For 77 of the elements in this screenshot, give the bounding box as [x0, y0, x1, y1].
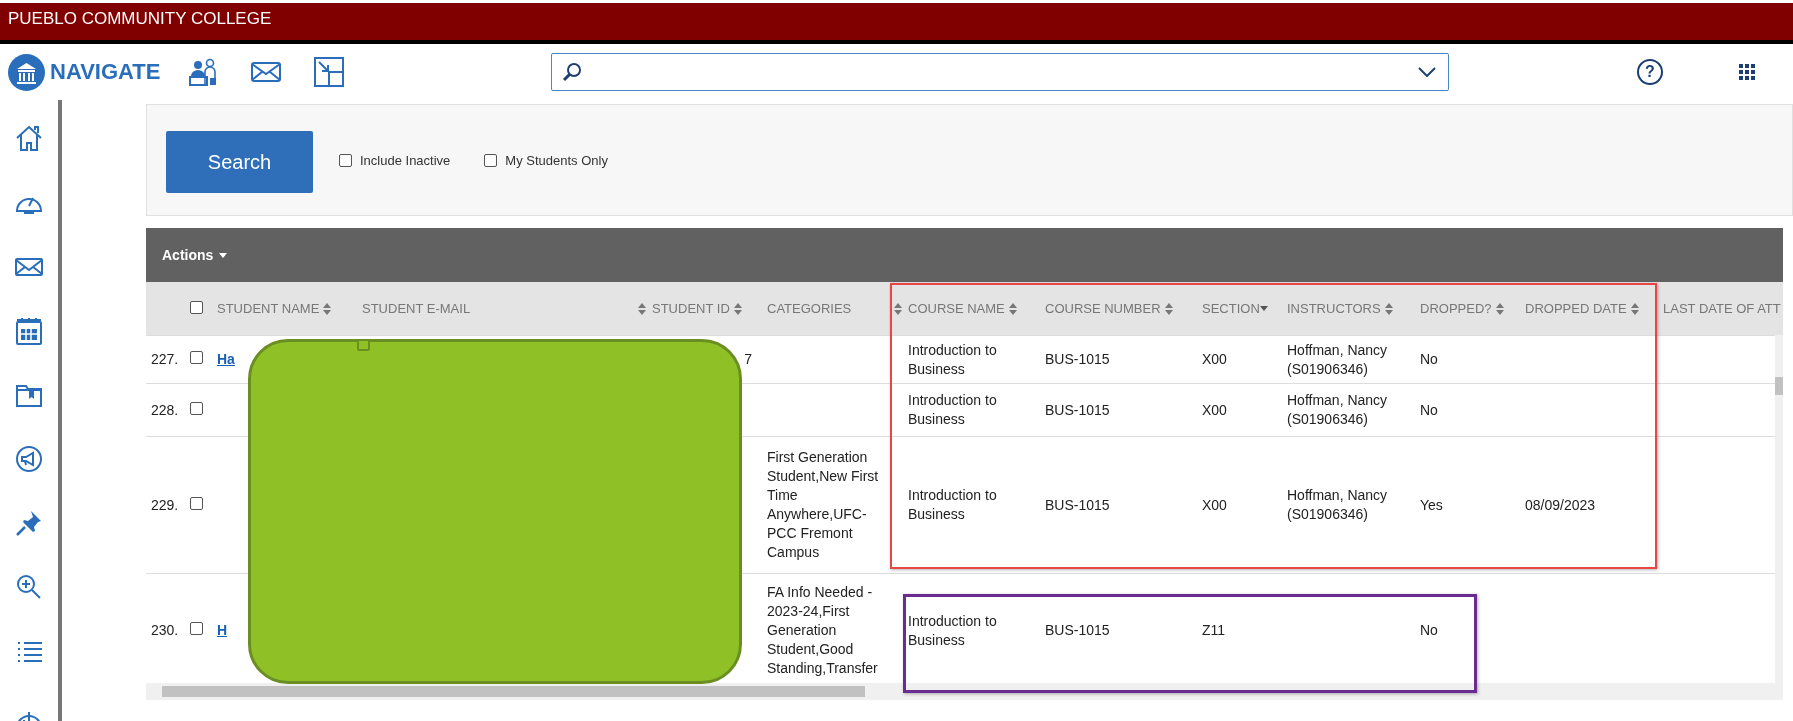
sort-icon[interactable]: [733, 302, 742, 315]
table-cell: No: [1420, 351, 1438, 367]
table-cell: Yes: [1420, 496, 1443, 513]
caret-down-icon: [219, 252, 228, 258]
mail-icon[interactable]: [251, 62, 282, 82]
option-label[interactable]: Include Inactive: [360, 152, 451, 168]
table-cell: BUS-1015: [1045, 401, 1110, 418]
table-cell-text: First Generation Student,New First Time Anywhere,UFC-PCC Fremont Campus: [767, 448, 880, 562]
actions-menu[interactable]: Actions: [162, 247, 228, 263]
people-icon[interactable]: [188, 58, 219, 86]
table-cell: X00: [1202, 401, 1227, 418]
column-header[interactable]: DROPPED DATE: [1525, 301, 1627, 316]
student-name-link[interactable]: H: [217, 622, 228, 638]
checkbox[interactable]: [484, 153, 498, 167]
table-cell: BUS-1015: [1045, 351, 1110, 367]
student-name-link[interactable]: Ha: [217, 351, 235, 367]
calendar-icon[interactable]: [14, 316, 44, 346]
sort-descending-icon[interactable]: [1259, 306, 1268, 311]
search-icon: [562, 62, 583, 82]
table-cell: BUS-1015: [1045, 496, 1110, 513]
apps-grid-icon[interactable]: [1739, 64, 1755, 80]
chevron-down-icon[interactable]: [1418, 67, 1437, 77]
table-cell: Introduction to Business: [908, 341, 997, 377]
table-cell: Hoffman, Nancy (S01906346): [1287, 341, 1388, 377]
search-field[interactable]: [551, 53, 1450, 91]
sort-icon[interactable]: [323, 302, 332, 315]
column-header[interactable]: STUDENT E-MAIL: [362, 301, 471, 316]
checkbox[interactable]: [190, 622, 203, 635]
help-button[interactable]: ?: [1637, 59, 1663, 85]
table-cell: X00: [1202, 351, 1227, 367]
table-cell: 08/09/2023: [1525, 496, 1596, 513]
row-number: 229.: [151, 496, 179, 513]
table-cell: Hoffman, Nancy (S01906346): [1287, 487, 1388, 522]
search-button[interactable]: Search: [166, 131, 313, 193]
table-cell: BUS-1015: [1045, 622, 1110, 638]
checkbox[interactable]: [339, 153, 352, 167]
row-number: 227.: [151, 351, 179, 367]
app-name: NAVIGATE: [50, 59, 161, 85]
table-cell: Hoffman, Nancy (S01906346): [1287, 392, 1388, 427]
column-header[interactable]: STUDENT ID: [652, 301, 730, 316]
pin-icon[interactable]: [14, 508, 44, 538]
checkbox[interactable]: [190, 351, 203, 364]
logo-icon[interactable]: [8, 53, 45, 91]
table-cell: Introduction to Business: [908, 487, 997, 522]
column-header[interactable]: COURSE NAME: [908, 301, 1005, 316]
megaphone-icon[interactable]: [14, 444, 44, 474]
sort-icon[interactable]: [1630, 302, 1639, 315]
column-header[interactable]: COURSE NUMBER: [1045, 301, 1161, 316]
column-header[interactable]: DROPPED?: [1420, 301, 1492, 316]
checkbox[interactable]: [190, 401, 203, 415]
table-cell-text: FA Info Needed - 2023-24,First Generation Student,Good Standing,Transfer: [767, 583, 879, 678]
sort-icon[interactable]: [1384, 302, 1393, 315]
table-cell: X00: [1202, 496, 1227, 513]
column-header[interactable]: STUDENT NAME: [217, 301, 320, 316]
checkbox[interactable]: [190, 300, 203, 314]
table-cell: 7: [744, 351, 752, 367]
table-cell: Introduction to Business: [908, 392, 997, 427]
table-cell: No: [1420, 622, 1438, 638]
column-header[interactable]: INSTRUCTORS: [1287, 301, 1381, 316]
option-label[interactable]: My Students Only: [505, 152, 608, 168]
column-header[interactable]: LAST DATE OF ATT: [1663, 301, 1781, 316]
sort-icon[interactable]: [1164, 302, 1173, 315]
resize-icon[interactable]: [314, 57, 345, 87]
column-header[interactable]: SECTION: [1202, 301, 1260, 316]
sort-icon[interactable]: [1495, 302, 1504, 315]
sort-icon[interactable]: [638, 302, 646, 315]
home-icon[interactable]: [14, 124, 44, 154]
column-header[interactable]: CATEGORIES: [767, 301, 852, 316]
row-number: 230.: [151, 622, 179, 638]
table-cell: No: [1420, 401, 1438, 418]
table-cell: Z11: [1202, 622, 1226, 638]
sort-icon[interactable]: [894, 302, 902, 315]
table-cell: Introduction to Business: [908, 612, 997, 648]
sort-icon[interactable]: [1008, 302, 1017, 315]
checkbox[interactable]: [190, 496, 203, 510]
college-title: PUEBLO COMMUNITY COLLEGE: [7, 8, 272, 30]
row-number: 228.: [151, 401, 179, 418]
